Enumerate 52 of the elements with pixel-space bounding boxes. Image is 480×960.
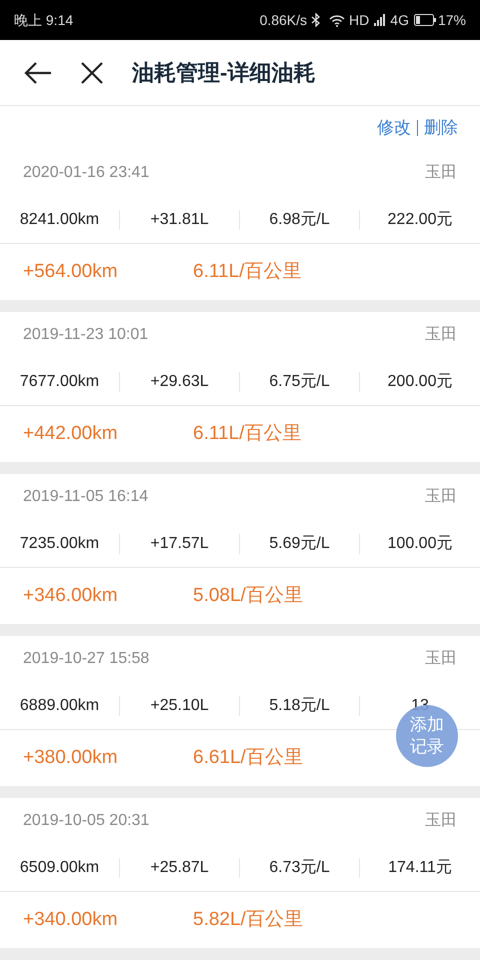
car-name: 玉田 [425, 811, 457, 831]
page-title: 油耗管理-详细油耗 [132, 59, 316, 87]
bluetooth-icon [311, 13, 322, 27]
fuel-value: +25.10L [150, 696, 209, 716]
amount-value: 100.00元 [388, 534, 452, 554]
record-date: 2019-10-27 15:58 [23, 649, 150, 669]
status-time: 晚上 9:14 [14, 10, 74, 30]
price-value: 6.75元/L [269, 372, 330, 392]
consumption-value: 5.82L/百公里 [193, 908, 303, 932]
fuel-value: +29.63L [150, 372, 209, 392]
battery-level: 17% [438, 10, 466, 30]
record-date: 2019-11-23 10:01 [23, 325, 148, 345]
consumption-value: 6.11L/百公里 [193, 422, 302, 446]
car-name: 玉田 [425, 325, 457, 345]
distance-value: +340.00km [23, 908, 119, 932]
add-record-button[interactable]: 添加记录 [396, 705, 458, 767]
price-value: 6.98元/L [269, 210, 330, 230]
amount-value: 200.00元 [388, 372, 452, 392]
network-speed: 0.86K/s [260, 10, 308, 30]
consumption-value: 5.08L/百公里 [193, 584, 303, 608]
record-date: 2020-01-16 23:41 [23, 163, 150, 183]
odometer-value: 6509.00km [20, 858, 100, 878]
distance-value: +346.00km [23, 584, 119, 608]
amount-value: 222.00元 [388, 210, 452, 230]
edit-link[interactable]: 修改 [377, 115, 411, 141]
amount-value: 174.11元 [388, 858, 452, 878]
consumption-value: 6.61L/百公里 [193, 746, 303, 770]
fuel-value: +25.87L [150, 858, 209, 878]
car-name: 玉田 [425, 649, 457, 669]
distance-value: +380.00km [23, 746, 119, 770]
odometer-value: 7235.00km [20, 534, 100, 554]
distance-value: +564.00km [23, 260, 119, 284]
price-value: 5.69元/L [269, 534, 330, 554]
car-name: 玉田 [425, 163, 457, 183]
record-date: 2019-10-05 20:31 [23, 811, 150, 831]
fuel-value: +31.81L [150, 210, 209, 230]
price-value: 6.73元/L [269, 858, 330, 878]
odometer-value: 6889.00km [20, 696, 100, 716]
delete-link[interactable]: 删除 [424, 115, 458, 141]
wifi-icon [329, 14, 346, 26]
hd-label: HD [349, 10, 370, 30]
signal-icon [374, 14, 386, 26]
odometer-value: 7677.00km [20, 372, 100, 392]
battery-icon [414, 14, 436, 26]
odometer-value: 8241.00km [20, 210, 100, 230]
price-value: 5.18元/L [269, 696, 330, 716]
distance-value: +442.00km [23, 422, 119, 446]
record-date: 2019-11-05 16:14 [23, 487, 148, 507]
network-type: 4G [390, 10, 409, 30]
fuel-value: +17.57L [150, 534, 209, 554]
car-name: 玉田 [425, 487, 457, 507]
consumption-value: 6.11L/百公里 [193, 260, 302, 284]
